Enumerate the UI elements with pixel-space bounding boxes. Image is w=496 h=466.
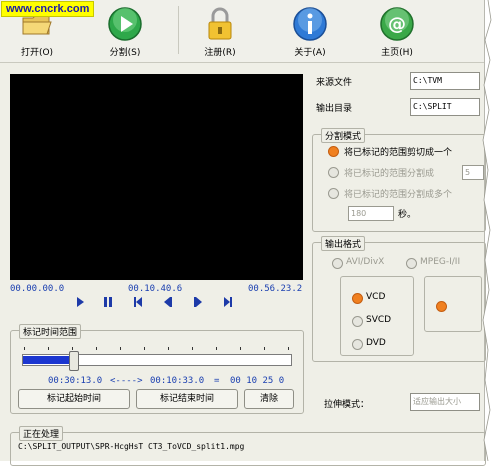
watermark: www.cncrk.com [1,1,95,17]
format-avi-radio[interactable] [332,258,343,269]
slider-tick [192,347,193,350]
pause-icon [104,297,112,307]
clear-button[interactable]: 清除 [244,389,294,409]
video-preview [10,74,303,280]
mark-equals: = [214,376,220,386]
split-mode-option-1: 将已标记的范围剪切成一个 [344,148,453,158]
format-mpeg-label: MPEG-I/II [420,257,461,267]
output-dir-label: 输出目录 [316,104,353,114]
home-button[interactable]: @ 主页(H) [362,4,432,60]
email-at-icon: @ [379,6,415,42]
go-end-button[interactable] [218,296,238,312]
split-mode-radio-2[interactable] [328,167,339,178]
split-mode-option-3: 将已标记的范围分割成多个 [344,190,453,200]
step-forward-icon [194,297,202,307]
format-dvd-label: DVD [366,338,386,348]
info-icon [292,6,328,42]
processing-title: 正在处理 [19,426,64,441]
slider-tick [168,347,169,350]
split-label: 分割(S) [109,48,141,58]
toolbar: 打开(O) www.cncrk.com 分割(S) 注册(R) 关于(A) @ … [0,0,484,63]
output-format-title: 输出格式 [321,236,366,251]
about-label: 关于(A) [294,48,326,58]
step-back-button[interactable] [158,296,178,312]
tv-standard-radio[interactable] [436,301,447,312]
register-button[interactable]: 注册(R) [185,4,255,60]
split-mode-option-2: 将已标记的范围分割成 [344,169,435,179]
slider-tick [72,347,73,350]
slider-tick [48,347,49,350]
seconds-label: 秒。 [398,210,417,220]
go-start-button[interactable] [128,296,148,312]
slider-tick [264,347,265,350]
source-file-field[interactable]: C:\TVM [410,72,480,90]
register-label: 注册(R) [204,48,236,58]
stretch-mode-select[interactable]: 适应输出大小 [410,393,480,411]
slider-tick [288,347,289,350]
time-start: 00.00.00.0 [10,284,65,294]
mark-duration: 00 10 25 0 [230,376,285,386]
format-vcd-radio[interactable] [352,293,363,304]
slider-tick [216,347,217,350]
play-icon [107,6,143,42]
slider-tick [96,347,97,350]
format-avi-label: AVI/DivX [346,257,385,267]
step-back-icon [164,297,172,307]
split-button[interactable]: 分割(S) [90,4,160,60]
slider-tick [240,347,241,350]
timeline-labels: 00.00.00.0 00.10.40.6 00.56.23.2 [10,284,303,296]
mark-end-button[interactable]: 标记结束时间 [136,389,238,409]
svg-text:@: @ [388,14,406,35]
play-icon [77,297,84,307]
play-button[interactable] [70,296,90,312]
source-file-label: 来源文件 [316,78,353,88]
toolbar-separator [178,6,179,54]
lock-icon [202,6,238,42]
skip-end-icon [224,297,232,307]
processing-file: C:\SPLIT_OUTPUT\SPR-HcgHsT CT3_ToVCD_spl… [18,442,245,451]
format-mpeg-radio[interactable] [406,258,417,269]
stretch-mode-label: 拉伸模式： [324,400,370,410]
open-label: 打开(O) [20,48,54,58]
format-svcd-label: SVCD [366,315,392,325]
slider-tick [120,347,121,350]
mark-arrow: <----> [110,376,143,386]
split-mode-radio-1[interactable] [328,146,339,157]
split-count-input[interactable]: 5 [462,165,484,180]
range-slider-track[interactable] [22,354,292,366]
about-button[interactable]: 关于(A) [275,4,345,60]
format-dvd-radio[interactable] [352,339,363,350]
time-current: 00.10.40.6 [128,284,183,294]
slider-tick [24,347,25,350]
time-end: 00.56.23.2 [248,284,303,294]
skip-start-icon [134,297,142,307]
split-mode-title: 分割模式 [321,128,366,143]
slider-tick [144,347,145,350]
range-slider-thumb[interactable] [69,351,79,371]
split-seconds-input[interactable]: 180 [348,206,394,221]
format-svcd-radio[interactable] [352,316,363,327]
output-dir-field[interactable]: C:\SPLIT [410,98,480,116]
mark-range-title: 标记时间范围 [19,324,82,339]
home-label: 主页(H) [381,48,413,58]
mark-start-time: 00:30:13.0 [48,376,103,386]
tv-standard-group [424,276,482,332]
pause-button[interactable] [98,296,118,312]
step-forward-button[interactable] [188,296,208,312]
split-mode-radio-3[interactable] [328,188,339,199]
format-vcd-label: VCD [366,292,386,302]
mark-start-button[interactable]: 标记起始时间 [18,389,130,409]
torn-edge-decoration [482,0,496,461]
mark-end-time: 00:10:33.0 [150,376,205,386]
main-window: 打开(O) www.cncrk.com 分割(S) 注册(R) 关于(A) @ … [0,0,486,466]
range-slider-fill [23,356,74,364]
